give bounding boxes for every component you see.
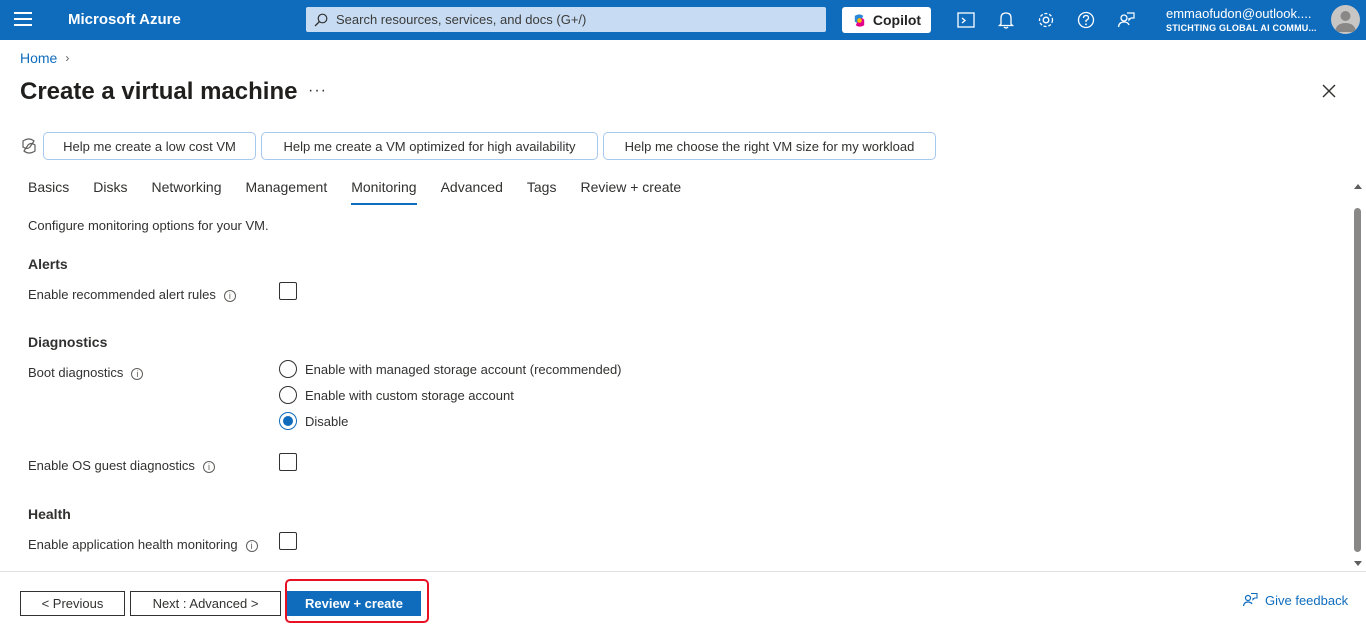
radio-custom-storage-label: Enable with custom storage account: [305, 387, 514, 403]
footer-divider: [0, 571, 1366, 572]
alert-rules-label-row: Enable recommended alert rules i: [28, 287, 236, 302]
info-icon[interactable]: i: [245, 539, 258, 552]
tab-bar: Basics Disks Networking Management Monit…: [28, 178, 705, 208]
account-directory: STICHTING GLOBAL AI COMMU...: [1166, 23, 1317, 33]
account-name: emmaofudon@outlook....: [1166, 6, 1312, 21]
radio-custom-storage[interactable]: [279, 386, 297, 404]
give-feedback-link[interactable]: Give feedback: [1242, 592, 1348, 608]
page-title: Create a virtual machine: [20, 78, 298, 105]
notifications-bell-icon[interactable]: [996, 10, 1016, 30]
cloud-shell-icon[interactable]: [956, 10, 976, 30]
user-avatar-icon: [1335, 11, 1356, 32]
hamburger-menu-icon[interactable]: [14, 12, 32, 28]
more-options-button[interactable]: ···: [308, 82, 327, 100]
feedback-icon: [1242, 592, 1258, 607]
avatar[interactable]: [1331, 5, 1360, 34]
app-health-monitoring-checkbox[interactable]: [279, 532, 297, 550]
copilot-button[interactable]: Copilot: [842, 7, 931, 33]
search-input[interactable]: [336, 12, 816, 27]
info-icon[interactable]: i: [202, 460, 215, 473]
search-icon: [314, 13, 328, 26]
boot-option-custom[interactable]: Enable with custom storage account: [279, 386, 514, 404]
tab-basics[interactable]: Basics: [28, 178, 69, 208]
prompt-vm-size[interactable]: Help me choose the right VM size for my …: [603, 132, 936, 160]
boot-diagnostics-label-row: Boot diagnostics i: [28, 365, 144, 380]
tab-networking[interactable]: Networking: [151, 178, 221, 208]
brand-title[interactable]: Microsoft Azure: [68, 11, 181, 28]
os-guest-diagnostics-label: Enable OS guest diagnostics: [28, 458, 195, 473]
chevron-right-icon: ›: [65, 51, 70, 65]
scroll-thumb[interactable]: [1354, 208, 1361, 552]
review-create-button[interactable]: Review + create: [287, 591, 421, 616]
tab-monitoring[interactable]: Monitoring: [351, 178, 417, 208]
app-health-monitoring-label: Enable application health monitoring: [28, 537, 238, 552]
prompt-high-availability-vm[interactable]: Help me create a VM optimized for high a…: [261, 132, 598, 160]
alert-rules-checkbox[interactable]: [279, 282, 297, 300]
next-advanced-button[interactable]: Next : Advanced >: [130, 591, 281, 616]
breadcrumb-home[interactable]: Home: [20, 50, 57, 66]
info-icon[interactable]: i: [131, 367, 144, 380]
copilot-prompt-icon: [22, 138, 36, 154]
tab-tags[interactable]: Tags: [527, 178, 557, 208]
breadcrumb: Home ›: [20, 50, 69, 66]
copilot-label: Copilot: [872, 12, 922, 28]
radio-managed-storage-label: Enable with managed storage account (rec…: [305, 361, 622, 377]
copilot-icon: [854, 13, 865, 27]
os-guest-label-row: Enable OS guest diagnostics i: [28, 458, 215, 473]
app-health-label-row: Enable application health monitoring i: [28, 537, 258, 552]
health-heading: Health: [28, 506, 71, 522]
boot-option-disable[interactable]: Disable: [279, 412, 348, 430]
tab-disks[interactable]: Disks: [93, 178, 127, 208]
account-menu[interactable]: emmaofudon@outlook.... STICHTING GLOBAL …: [1166, 6, 1326, 33]
prompt-low-cost-vm[interactable]: Help me create a low cost VM: [43, 132, 256, 160]
settings-gear-icon[interactable]: [1036, 10, 1056, 30]
alerts-heading: Alerts: [28, 256, 68, 272]
scroll-up-arrow-icon[interactable]: [1354, 184, 1362, 189]
vertical-scrollbar[interactable]: [1352, 182, 1364, 568]
tab-advanced[interactable]: Advanced: [441, 178, 503, 208]
boot-diagnostics-label: Boot diagnostics: [28, 365, 124, 380]
intro-text: Configure monitoring options for your VM…: [28, 218, 269, 233]
alert-rules-label: Enable recommended alert rules: [28, 287, 216, 302]
close-icon[interactable]: [1320, 82, 1338, 100]
help-icon[interactable]: [1076, 10, 1096, 30]
scroll-down-arrow-icon[interactable]: [1354, 561, 1362, 566]
tab-management[interactable]: Management: [246, 178, 328, 208]
search-box[interactable]: [306, 7, 826, 32]
tab-review-create[interactable]: Review + create: [580, 178, 681, 208]
radio-disable[interactable]: [279, 412, 297, 430]
radio-disable-label: Disable: [305, 413, 349, 429]
previous-button[interactable]: < Previous: [20, 591, 125, 616]
info-icon[interactable]: i: [223, 289, 236, 302]
give-feedback-label: Give feedback: [1265, 592, 1349, 608]
radio-managed-storage[interactable]: [279, 360, 297, 378]
feedback-person-icon[interactable]: [1116, 10, 1136, 30]
top-bar: Microsoft Azure Copilot emm: [0, 0, 1366, 40]
diagnostics-heading: Diagnostics: [28, 334, 108, 350]
os-guest-diagnostics-checkbox[interactable]: [279, 453, 297, 471]
boot-option-managed[interactable]: Enable with managed storage account (rec…: [279, 360, 622, 378]
